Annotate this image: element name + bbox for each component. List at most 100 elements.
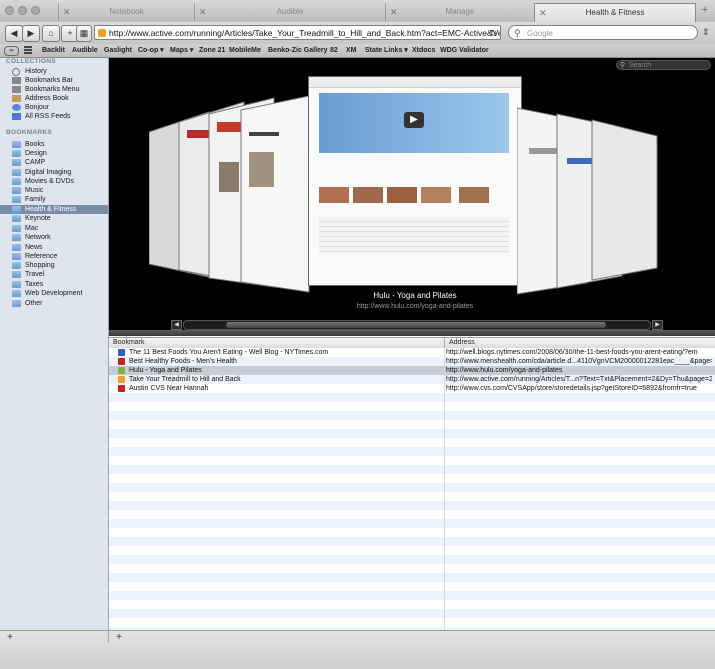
sidebar-item-travel[interactable]: Travel	[0, 270, 108, 279]
sidebar-item-address-book[interactable]: Address Book	[0, 94, 108, 103]
home-button[interactable]: ⌂	[42, 25, 60, 42]
bookmark-xm[interactable]: XM	[346, 44, 357, 57]
bottom-bar: + +	[0, 630, 715, 669]
bookmark-audible[interactable]: Audible	[72, 44, 98, 57]
bookmark-wdg-validator[interactable]: WDG Validator	[440, 44, 489, 57]
tab-audible[interactable]: ✕ Audible	[194, 3, 385, 21]
sidebar-item-music[interactable]: Music	[0, 186, 108, 195]
forward-button[interactable]: ▶	[22, 25, 40, 42]
tab-manage[interactable]: ✕ Manage	[385, 3, 534, 21]
sidebar-item-all-rss-feeds[interactable]: All RSS Feeds	[0, 112, 108, 121]
sidebar-item-books[interactable]: Books	[0, 140, 108, 149]
scroll-right-arrow-icon[interactable]: ▶	[652, 320, 663, 330]
bookmark-title: Best Healthy Foods - Men's Health	[129, 358, 237, 365]
folder-icon	[12, 244, 21, 251]
sidebar-item-digital-imaging[interactable]: Digital Imaging	[0, 168, 108, 177]
bookmark-address: http://www.cvs.com/CVSApp/store/storedet…	[446, 385, 697, 392]
page-thumbnail[interactable]	[240, 95, 310, 293]
sidebar-item-label: Digital Imaging	[25, 169, 72, 176]
column-header-bookmark[interactable]: Bookmark	[113, 338, 145, 348]
sidebar-item-label: Shopping	[25, 262, 55, 269]
address-field[interactable]: http://www.active.com/running/Articles/T…	[94, 25, 501, 40]
bonjour-icon	[12, 104, 21, 111]
back-button[interactable]: ◀	[5, 25, 23, 42]
thumbnail-image	[459, 187, 489, 203]
cover-flow-resize-bar[interactable]	[109, 330, 715, 336]
sidebar-item-label: Travel	[25, 271, 45, 278]
folder-icon	[12, 206, 21, 213]
sidebar-item-news[interactable]: News	[0, 243, 108, 252]
bookmark-zone-21[interactable]: Zone 21	[199, 44, 225, 57]
cover-flow-scrollbar[interactable]	[183, 320, 651, 330]
bookmark-mobileme[interactable]: MobileMe	[229, 44, 261, 57]
bookmark-title: Austin CVS Near Hannah	[129, 385, 209, 392]
sidebar-item-network[interactable]: Network	[0, 233, 108, 242]
sidebar-item-keynote[interactable]: Keynote	[0, 214, 108, 223]
sidebar-item-bonjour[interactable]: Bonjour	[0, 103, 108, 112]
search-placeholder: Google	[527, 29, 553, 38]
bookmark-82[interactable]: 82	[330, 44, 338, 57]
table-row[interactable]: Take Your Treadmill to Hill and Back htt…	[109, 375, 715, 384]
sidebar-item-history[interactable]: History	[0, 67, 108, 76]
cover-flow-search-field[interactable]: ⚲ Search	[616, 60, 711, 70]
sidebar-item-movies-dvds[interactable]: Movies & DVDs	[0, 177, 108, 186]
folder-icon	[12, 187, 21, 194]
sidebar-item-taxes[interactable]: Taxes	[0, 280, 108, 289]
toolbar: ◀ ▶ ⌂ + ▦ http://www.active.com/running/…	[0, 22, 715, 45]
bookmark-state-links[interactable]: State Links ▾	[365, 44, 408, 57]
bookmark-maps[interactable]: Maps ▾	[170, 44, 193, 57]
column-header-address[interactable]: Address	[449, 338, 475, 348]
sidebar-item-label: Other	[25, 300, 43, 307]
table-row[interactable]: Hulu - Yoga and Pilates http://www.hulu.…	[109, 366, 715, 375]
play-icon[interactable]: ▶	[404, 112, 424, 128]
sidebar-item-mac[interactable]: Mac	[0, 224, 108, 233]
bookmark-backlit[interactable]: Backlit	[42, 44, 65, 57]
sidebar-item-design[interactable]: Design	[0, 149, 108, 158]
reader-button[interactable]: ▦	[76, 25, 92, 42]
window-controls[interactable]	[5, 6, 44, 18]
bookmarks-header: BOOKMARKS	[6, 129, 53, 136]
table-row[interactable]: The 11 Best Foods You Aren't Eating - We…	[109, 348, 715, 357]
tab-bar: ✕ Notebook ✕ Audible ✕ Manage ✕ Health & Fit…	[0, 0, 715, 23]
reading-list-icon[interactable]: ∞	[4, 46, 19, 56]
sidebar-item-web-development[interactable]: Web Development	[0, 289, 108, 298]
sidebar-item-family[interactable]: Family	[0, 195, 108, 204]
scroll-left-arrow-icon[interactable]: ◀	[171, 320, 182, 330]
thumbnail-header	[249, 132, 279, 136]
reload-icon[interactable]: ↻	[489, 26, 497, 39]
bookmark-title: The 11 Best Foods You Aren't Eating - We…	[129, 349, 329, 356]
tab-notebook[interactable]: ✕ Notebook	[58, 3, 194, 21]
center-page-thumbnail[interactable]: ▶	[308, 76, 522, 286]
bookmark-benko-zic-gallery[interactable]: Benko-Zic Gallery	[268, 44, 328, 57]
sidebar-item-other[interactable]: Other	[0, 299, 108, 308]
cover-flow-view[interactable]: ⚲ Search ▶ Hulu - Yoga and Pilates http:…	[109, 58, 715, 336]
sidebar-item-label: Address Book	[25, 95, 69, 102]
add-collection-button[interactable]: +	[3, 633, 17, 643]
folder-icon	[12, 169, 21, 176]
search-field[interactable]: ⚲ Google	[508, 25, 698, 40]
sidebar-item-health-fitness[interactable]: Health & Fitness	[0, 205, 108, 214]
bookmarks-menu-icon	[12, 86, 21, 93]
sidebar-item-bookmarks-menu[interactable]: Bookmarks Menu	[0, 85, 108, 94]
sidebar-item-camp[interactable]: CAMP	[0, 158, 108, 167]
new-tab-button[interactable]: +	[699, 4, 711, 16]
sidebar-item-reference[interactable]: Reference	[0, 252, 108, 261]
sidebar-item-bookmarks-bar[interactable]: Bookmarks Bar	[0, 76, 108, 85]
page-thumbnail[interactable]	[591, 119, 658, 281]
bookmark-co-op[interactable]: Co-op ▾	[138, 44, 164, 57]
folder-icon	[12, 150, 21, 157]
sidebar-item-shopping[interactable]: Shopping	[0, 261, 108, 270]
bookmark-xtdocs[interactable]: Xtdocs	[412, 44, 435, 57]
bookmark-gaslight[interactable]: Gaslight	[104, 44, 132, 57]
toolbar-overflow-icon[interactable]: ⇕	[702, 27, 710, 38]
table-row[interactable]: Austin CVS Near Hannah http://www.cvs.co…	[109, 384, 715, 393]
add-bookmark-folder-button[interactable]: +	[112, 633, 126, 643]
bookmark-title: Take Your Treadmill to Hill and Back	[129, 376, 241, 383]
thumbnail-table	[319, 217, 509, 253]
table-row[interactable]: Best Healthy Foods - Men's Health http:/…	[109, 357, 715, 366]
cover-flow-scroll-thumb[interactable]	[226, 322, 606, 328]
show-all-bookmarks-icon[interactable]	[24, 46, 32, 54]
left-page-stack	[149, 95, 310, 293]
sidebar-item-label: All RSS Feeds	[25, 113, 71, 120]
tab-health-fitness[interactable]: ✕ Health & Fitness	[534, 3, 696, 22]
